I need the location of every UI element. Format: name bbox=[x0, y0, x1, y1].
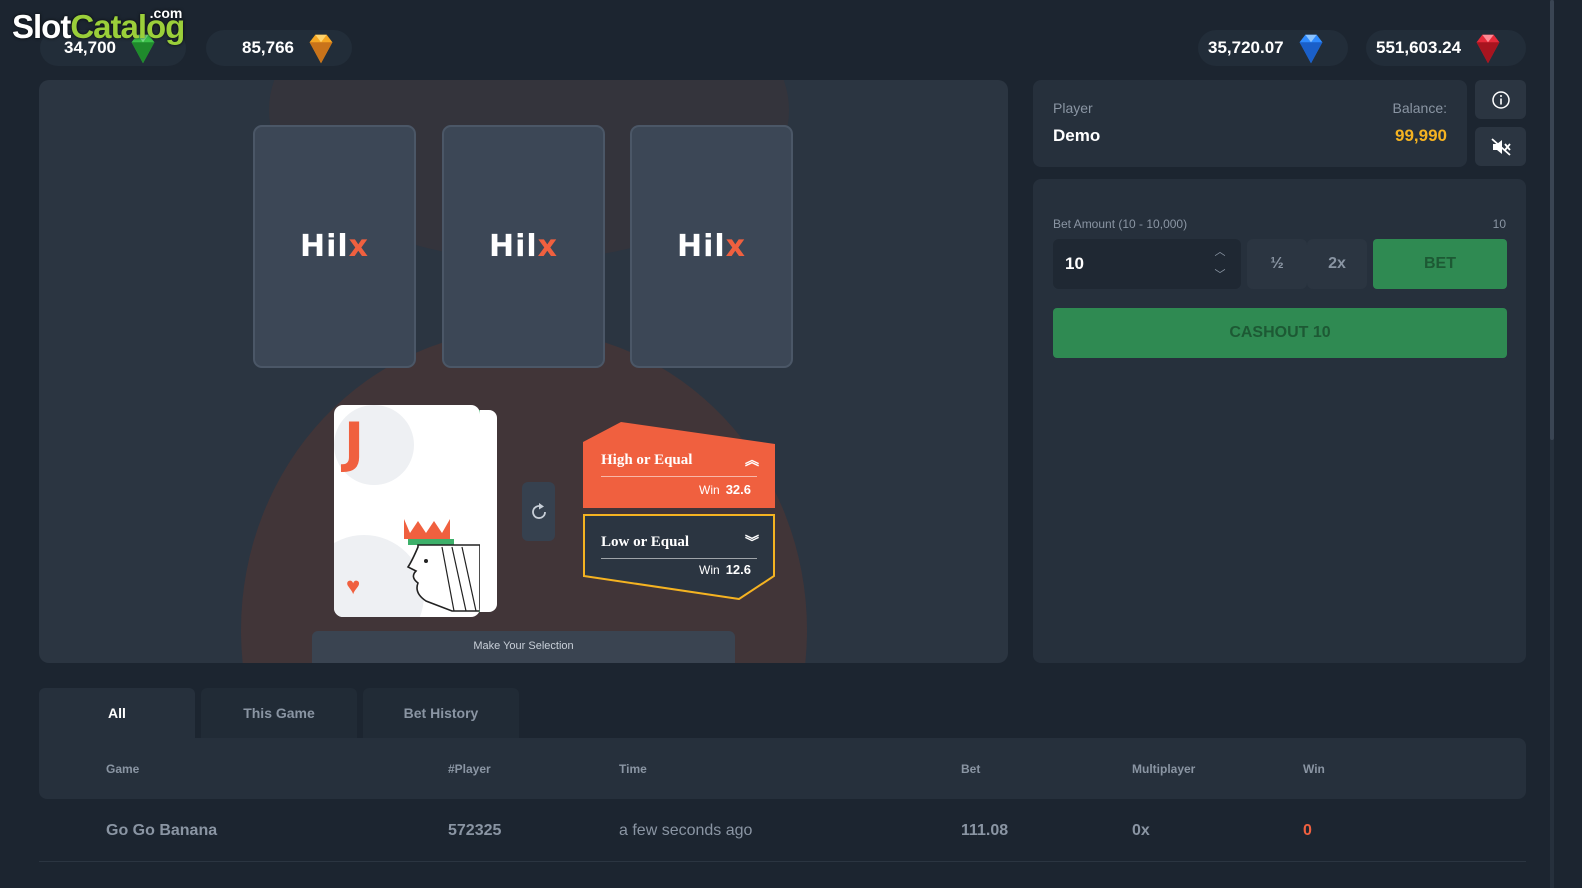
deck-logo-text: Hil bbox=[488, 229, 538, 264]
player-panel: Player Demo Balance: 99,990 bbox=[1033, 80, 1467, 167]
high-or-equal-button[interactable]: High or Equal ︽ Win 32.6 bbox=[583, 422, 775, 508]
tab-this-game[interactable]: This Game bbox=[201, 688, 357, 738]
current-card: J ♥ bbox=[334, 405, 480, 617]
game-board: Hil x Hil x Hil x J ♥ High or Equal ︽ Wi… bbox=[39, 80, 1008, 663]
bet-button[interactable]: BET bbox=[1373, 239, 1507, 289]
deck-logo-accent: x bbox=[348, 229, 370, 264]
cell-win: 0 bbox=[1303, 822, 1312, 839]
jackpot-blue: 35,720.07 bbox=[1198, 30, 1348, 66]
header-game: Game bbox=[106, 762, 140, 776]
double-bet-button[interactable]: 2x bbox=[1307, 239, 1367, 289]
deck-logo-accent: x bbox=[537, 229, 559, 264]
slotcatalog-logo: SlotCatalog .com bbox=[12, 6, 185, 45]
header-bet: Bet bbox=[961, 762, 981, 776]
chevron-down-icon[interactable]: ﹀ bbox=[1211, 264, 1229, 287]
bet-panel: Bet Amount (10 - 10,000) 10 ︿ ﹀ ½ 2x BET… bbox=[1033, 179, 1526, 663]
double-chevron-down-icon: ︾ bbox=[745, 534, 759, 550]
orange-gem-icon bbox=[309, 34, 333, 64]
high-win: Win 32.6 bbox=[699, 482, 751, 497]
low-button-label: Low or Equal bbox=[601, 534, 690, 550]
sound-toggle-button[interactable] bbox=[1475, 127, 1526, 166]
low-or-equal-button[interactable]: Low or Equal ︾ Win 12.6 bbox=[583, 514, 775, 600]
tab-all[interactable]: All bbox=[39, 688, 195, 738]
high-win-label: Win bbox=[699, 483, 720, 497]
cell-player: 572325 bbox=[448, 822, 502, 839]
table-header: Game #Player Time Bet Multiplayer Win bbox=[39, 738, 1526, 799]
deck-card: Hil x bbox=[630, 125, 793, 368]
card-rank: J bbox=[344, 411, 365, 474]
bet-amount-display: 10 bbox=[1492, 217, 1506, 231]
low-win-value: 12.6 bbox=[725, 562, 751, 577]
game-status: Make Your Selection bbox=[312, 631, 735, 663]
deck-logo-accent: x bbox=[725, 229, 747, 264]
low-divider bbox=[601, 558, 757, 559]
deck-logo-text: Hil bbox=[676, 229, 726, 264]
tab-bet-history[interactable]: Bet History bbox=[363, 688, 519, 738]
cashout-button[interactable]: CASHOUT 10 bbox=[1053, 308, 1507, 358]
cell-game: Go Go Banana bbox=[106, 822, 218, 839]
player-name: Demo bbox=[1053, 126, 1101, 145]
scrollbar-thumb[interactable] bbox=[1550, 0, 1554, 440]
jackpot-blue-value: 35,720.07 bbox=[1208, 38, 1284, 57]
low-win-label: Win bbox=[699, 563, 720, 577]
header-win: Win bbox=[1303, 762, 1325, 776]
logo-com-text: .com bbox=[149, 5, 183, 21]
info-button[interactable] bbox=[1475, 80, 1526, 119]
balance-label: Balance: bbox=[1392, 100, 1447, 116]
deck-card: Hil x bbox=[253, 125, 416, 368]
jackpot-orange-value: 85,766 bbox=[242, 38, 294, 57]
header-player: #Player bbox=[448, 762, 491, 776]
page-scrollbar[interactable] bbox=[1550, 0, 1554, 888]
header-time: Time bbox=[619, 762, 647, 776]
muted-speaker-icon bbox=[1490, 137, 1511, 156]
high-win-value: 32.6 bbox=[725, 482, 751, 497]
bet-stepper[interactable]: ︿ ﹀ bbox=[1211, 241, 1229, 287]
refresh-icon bbox=[531, 502, 546, 519]
deck-card: Hil x bbox=[442, 125, 605, 368]
cell-multiplier: 0x bbox=[1132, 822, 1150, 839]
chevron-up-icon[interactable]: ︿ bbox=[1211, 241, 1229, 264]
jackpot-orange: 85,766 bbox=[206, 30, 352, 66]
header-multiplayer: Multiplayer bbox=[1132, 762, 1196, 776]
double-chevron-up-icon: ︽ bbox=[745, 452, 759, 468]
table-row: Go Go Banana 572325 a few seconds ago 11… bbox=[39, 800, 1526, 862]
high-divider bbox=[601, 476, 757, 477]
blue-gem-icon bbox=[1299, 34, 1323, 64]
cell-time: a few seconds ago bbox=[619, 822, 753, 839]
low-win: Win 12.6 bbox=[699, 562, 751, 577]
reset-button[interactable] bbox=[522, 482, 555, 541]
cell-bet: 111.08 bbox=[961, 822, 1009, 839]
jackpot-red: 551,603.24 bbox=[1366, 30, 1526, 66]
deck-logo-text: Hil bbox=[299, 229, 349, 264]
red-gem-icon bbox=[1476, 34, 1500, 64]
half-bet-button[interactable]: ½ bbox=[1247, 239, 1307, 289]
history-tabs: All This Game Bet History bbox=[39, 688, 525, 738]
bet-amount-label: Bet Amount (10 - 10,000) bbox=[1053, 217, 1188, 231]
heart-suit-icon: ♥ bbox=[346, 573, 361, 600]
low-button-shape bbox=[583, 514, 775, 600]
balance-value: 99,990 bbox=[1395, 126, 1447, 145]
player-label: Player bbox=[1053, 100, 1093, 116]
jackpot-red-value: 551,603.24 bbox=[1376, 38, 1462, 57]
high-button-label: High or Equal bbox=[601, 452, 693, 468]
logo-slot-text: Slot bbox=[12, 8, 71, 45]
info-icon bbox=[1491, 90, 1510, 109]
